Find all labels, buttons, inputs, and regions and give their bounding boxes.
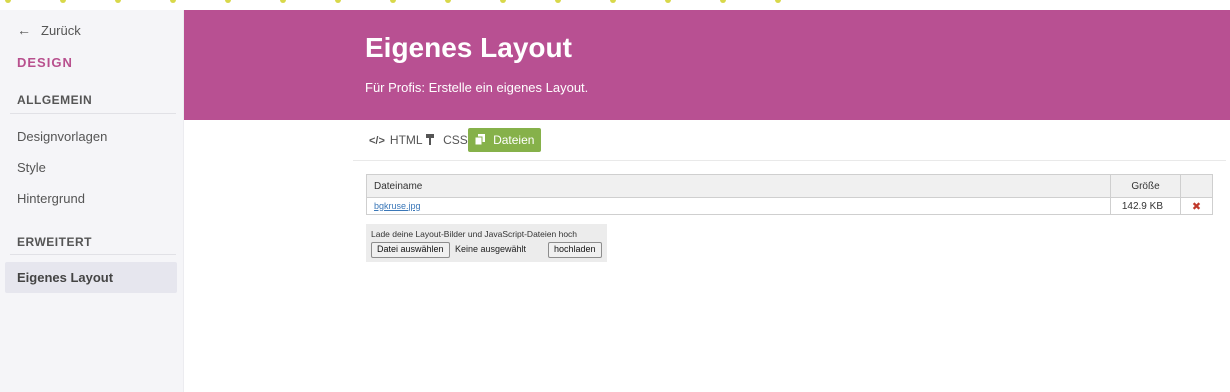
- tab-dateien[interactable]: Dateien: [468, 128, 542, 152]
- upload-button[interactable]: hochladen: [548, 242, 602, 258]
- tab-label: HTML: [389, 133, 423, 147]
- upload-hint: Lade deine Layout-Bilder und JavaScript-…: [371, 229, 578, 239]
- table-row: bgkruse.jpg 142.9 KB ✖: [366, 197, 1213, 215]
- section-advanced-heading: ERWEITERT: [17, 235, 92, 249]
- file-table: Dateiname Größe bgkruse.jpg 142.9 KB ✖: [366, 174, 1213, 215]
- back-label: Zurück: [41, 23, 81, 38]
- design-heading: DESIGN: [17, 55, 73, 70]
- sidebar-item-eigenes-layout[interactable]: Eigenes Layout: [5, 262, 177, 293]
- arrow-left-icon: ←: [17, 22, 31, 38]
- file-size-cell: 142.9 KB: [1110, 197, 1181, 215]
- upload-form: Lade deine Layout-Bilder und JavaScript-…: [366, 224, 607, 262]
- tab-label: CSS: [443, 133, 468, 147]
- section-general-heading: ALLGEMEIN: [17, 93, 93, 107]
- sidebar-item-hintergrund[interactable]: Hintergrund: [17, 191, 85, 206]
- tab-html[interactable]: </> HTML: [369, 128, 423, 152]
- choose-file-button[interactable]: Datei auswählen: [371, 242, 450, 258]
- divider: [353, 160, 1226, 161]
- page-header: Eigenes Layout Für Profis: Erstelle ein …: [184, 10, 1230, 120]
- table-header-row: Dateiname Größe: [366, 174, 1213, 198]
- top-decoration-strip: [0, 0, 1230, 10]
- file-name-cell: bgkruse.jpg: [366, 197, 1111, 215]
- divider: [10, 113, 176, 114]
- column-header-filename: Dateiname: [366, 174, 1111, 198]
- delete-icon[interactable]: ✖: [1180, 197, 1213, 215]
- code-icon: </>: [369, 135, 385, 147]
- sidebar-item-designvorlagen[interactable]: Designvorlagen: [17, 129, 107, 144]
- paint-roller-icon: [425, 134, 438, 147]
- column-header-actions: [1180, 174, 1213, 198]
- file-link[interactable]: bgkruse.jpg: [374, 201, 421, 211]
- tab-css[interactable]: CSS: [425, 128, 468, 152]
- sidebar-item-style[interactable]: Style: [17, 160, 46, 175]
- page-subtitle: Für Profis: Erstelle ein eigenes Layout.: [365, 80, 589, 95]
- tab-label: Dateien: [493, 133, 535, 147]
- column-header-size: Größe: [1110, 174, 1181, 198]
- divider: [10, 254, 176, 255]
- sidebar-item-label: Eigenes Layout: [17, 270, 114, 285]
- page-title: Eigenes Layout: [365, 32, 572, 63]
- sidebar: ← Zurück DESIGN ALLGEMEIN Designvorlagen …: [0, 10, 184, 392]
- files-icon: [474, 134, 488, 147]
- back-link[interactable]: ← Zurück: [17, 22, 81, 38]
- no-file-label: Keine ausgewählt: [455, 244, 527, 254]
